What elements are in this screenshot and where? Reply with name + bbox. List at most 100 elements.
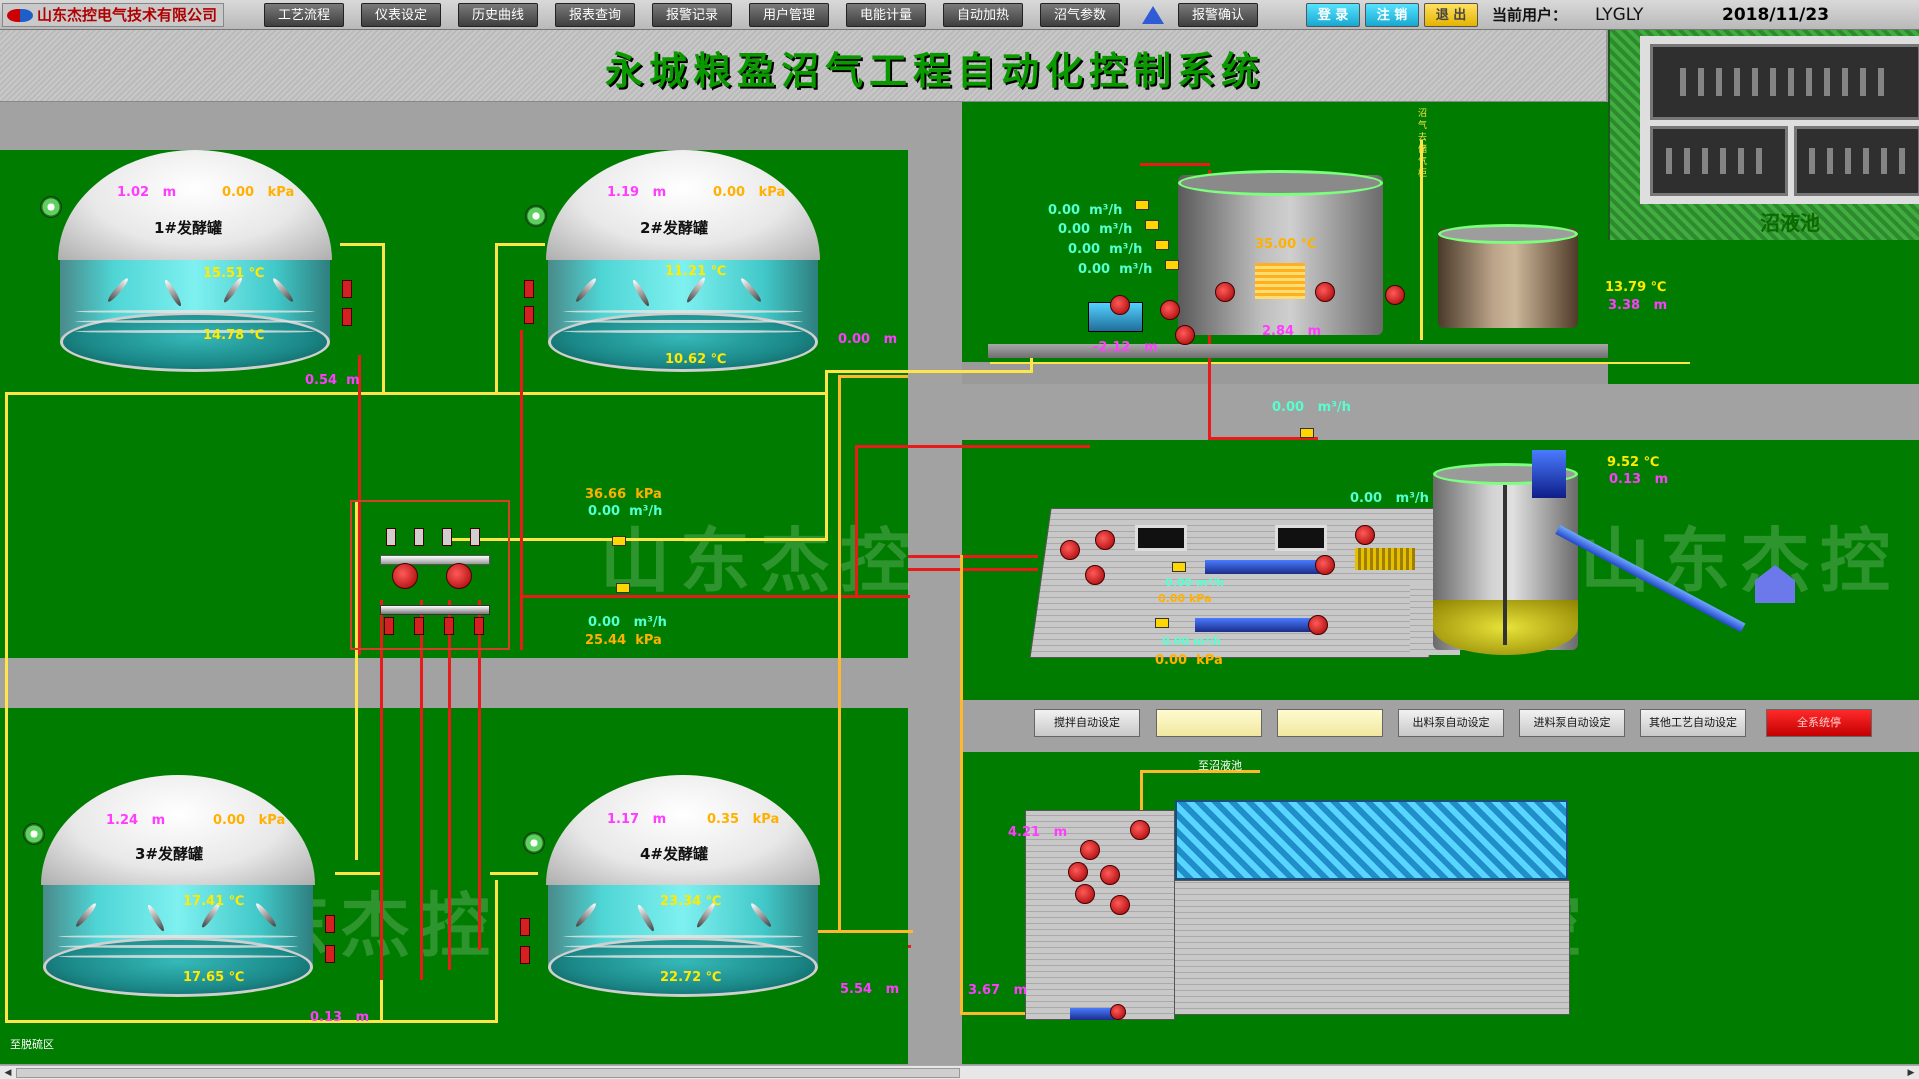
valve-icon[interactable] xyxy=(520,918,530,936)
flow-meter-icon[interactable] xyxy=(1165,260,1179,270)
auto-setting-button-2[interactable] xyxy=(1156,709,1262,737)
menu-user-management[interactable]: 用户管理 xyxy=(749,3,829,27)
feed-pump-auto-button[interactable]: 进料泵自动设定 xyxy=(1519,709,1625,737)
pond-cell-right xyxy=(1794,126,1919,196)
valve-icon[interactable] xyxy=(386,528,396,546)
valve-icon[interactable] xyxy=(325,945,335,963)
digester-4-dome xyxy=(546,775,820,885)
menu-report-query[interactable]: 报表查询 xyxy=(555,3,635,27)
valve-icon[interactable] xyxy=(524,306,534,324)
pipe-orange xyxy=(838,375,841,930)
pump-icon[interactable] xyxy=(1085,565,1105,585)
pump-icon[interactable] xyxy=(1385,285,1405,305)
grinder[interactable] xyxy=(1355,548,1415,570)
flow-meter-icon[interactable] xyxy=(1155,618,1169,628)
pump-icon[interactable] xyxy=(1060,540,1080,560)
pipe-red xyxy=(1140,163,1210,166)
pump-icon[interactable] xyxy=(1095,530,1115,550)
separator-icon[interactable] xyxy=(1110,895,1130,915)
pump-icon[interactable] xyxy=(1110,1004,1126,1020)
menu-instrument-settings[interactable]: 仪表设定 xyxy=(361,3,441,27)
pump-icon[interactable] xyxy=(1315,555,1335,575)
flow-meter-icon[interactable] xyxy=(616,583,630,593)
flow-meter-icon[interactable] xyxy=(1155,240,1169,250)
scroll-left-icon[interactable]: ◀ xyxy=(2,1067,14,1079)
logout-button[interactable]: 退 出 xyxy=(1424,3,1478,27)
fan-icon[interactable] xyxy=(40,196,62,218)
top-right-flow-1: 0.00 m³/h xyxy=(1048,203,1123,218)
pipe-yellow xyxy=(5,392,8,1020)
valve-icon[interactable] xyxy=(384,617,394,635)
menu-process-flow[interactable]: 工艺流程 xyxy=(264,3,344,27)
fan-icon[interactable] xyxy=(523,832,545,854)
flow-meter-icon[interactable] xyxy=(1300,428,1314,438)
menu-biogas-params[interactable]: 沼气参数 xyxy=(1040,3,1120,27)
digester-3[interactable] xyxy=(38,775,318,1015)
valve-icon[interactable] xyxy=(474,617,484,635)
digester-2-side-level: 0.00 m xyxy=(838,332,898,347)
horizontal-scrollbar[interactable]: ◀ ▶ xyxy=(0,1065,1919,1079)
separation-building[interactable] xyxy=(1120,880,1570,1015)
heating-coil xyxy=(58,935,298,938)
pump-icon[interactable] xyxy=(1110,295,1130,315)
menu-alarm-records[interactable]: 报警记录 xyxy=(652,3,732,27)
digester-3-temp-top: 17.41 ℃ xyxy=(183,894,245,909)
valve-icon[interactable] xyxy=(414,617,424,635)
transfer-pump[interactable] xyxy=(1070,1008,1115,1020)
valve-icon[interactable] xyxy=(524,280,534,298)
system-stop-button[interactable]: 全系统停 xyxy=(1766,709,1872,737)
valve-icon[interactable] xyxy=(442,528,452,546)
separator-icon[interactable] xyxy=(1130,820,1150,840)
pipe-yellow xyxy=(335,872,383,875)
discharge-pump-auto-button[interactable]: 出料泵自动设定 xyxy=(1398,709,1504,737)
valve-icon[interactable] xyxy=(414,528,424,546)
valve-icon[interactable] xyxy=(444,617,454,635)
digester-3-side-level: 0.13 m xyxy=(310,1010,370,1025)
scroll-right-icon[interactable]: ▶ xyxy=(1905,1067,1917,1079)
mixer-motor-icon[interactable] xyxy=(1215,282,1235,302)
separator-platform[interactable] xyxy=(1025,810,1175,1020)
pump-icon[interactable] xyxy=(1308,615,1328,635)
flow-meter-icon[interactable] xyxy=(1145,220,1159,230)
flow-meter-icon[interactable] xyxy=(1172,562,1186,572)
separator-icon[interactable] xyxy=(1075,884,1095,904)
pump-icon[interactable] xyxy=(446,563,472,589)
digester-4-side-level: 5.54 m xyxy=(840,982,900,997)
mixer-motor-icon[interactable] xyxy=(1315,282,1335,302)
valve-icon[interactable] xyxy=(470,528,480,546)
fan-icon[interactable] xyxy=(525,205,547,227)
center-pressure-top: 36.66 kPa xyxy=(585,487,662,502)
control-panel[interactable] xyxy=(1135,525,1187,551)
valve-icon[interactable] xyxy=(342,308,352,326)
conditioning-tank[interactable] xyxy=(1178,175,1383,335)
fan-icon[interactable] xyxy=(23,823,45,845)
register-button[interactable]: 注 销 xyxy=(1365,3,1419,27)
control-panel[interactable] xyxy=(1275,525,1327,551)
pump-icon[interactable] xyxy=(1175,325,1195,345)
stir-auto-setting-button[interactable]: 搅拌自动设定 xyxy=(1034,709,1140,737)
small-tank-top xyxy=(1438,224,1578,244)
pump-icon[interactable] xyxy=(392,563,418,589)
menu-energy-metering[interactable]: 电能计量 xyxy=(846,3,926,27)
separator-icon[interactable] xyxy=(1100,865,1120,885)
flow-meter-icon[interactable] xyxy=(612,536,626,546)
flow-meter-icon[interactable] xyxy=(1135,200,1149,210)
other-process-auto-button[interactable]: 其他工艺自动设定 xyxy=(1640,709,1746,737)
menu-auto-heating[interactable]: 自动加热 xyxy=(943,3,1023,27)
screw-pump[interactable] xyxy=(1205,560,1325,574)
valve-icon[interactable] xyxy=(520,946,530,964)
feed-hopper[interactable] xyxy=(1532,450,1566,498)
menu-alarm-confirm[interactable]: 报警确认 xyxy=(1178,3,1258,27)
screw-pump[interactable] xyxy=(1195,618,1315,632)
alarm-triangle-icon[interactable] xyxy=(1142,6,1164,24)
menu-history-curves[interactable]: 历史曲线 xyxy=(458,3,538,27)
separator-icon[interactable] xyxy=(1068,862,1088,882)
valve-icon[interactable] xyxy=(342,280,352,298)
pump-icon[interactable] xyxy=(1160,300,1180,320)
separator-icon[interactable] xyxy=(1080,840,1100,860)
scrollbar-thumb[interactable] xyxy=(16,1068,960,1078)
login-button[interactable]: 登 录 xyxy=(1306,3,1360,27)
pump-icon[interactable] xyxy=(1355,525,1375,545)
auto-setting-button-3[interactable] xyxy=(1277,709,1383,737)
valve-icon[interactable] xyxy=(325,915,335,933)
